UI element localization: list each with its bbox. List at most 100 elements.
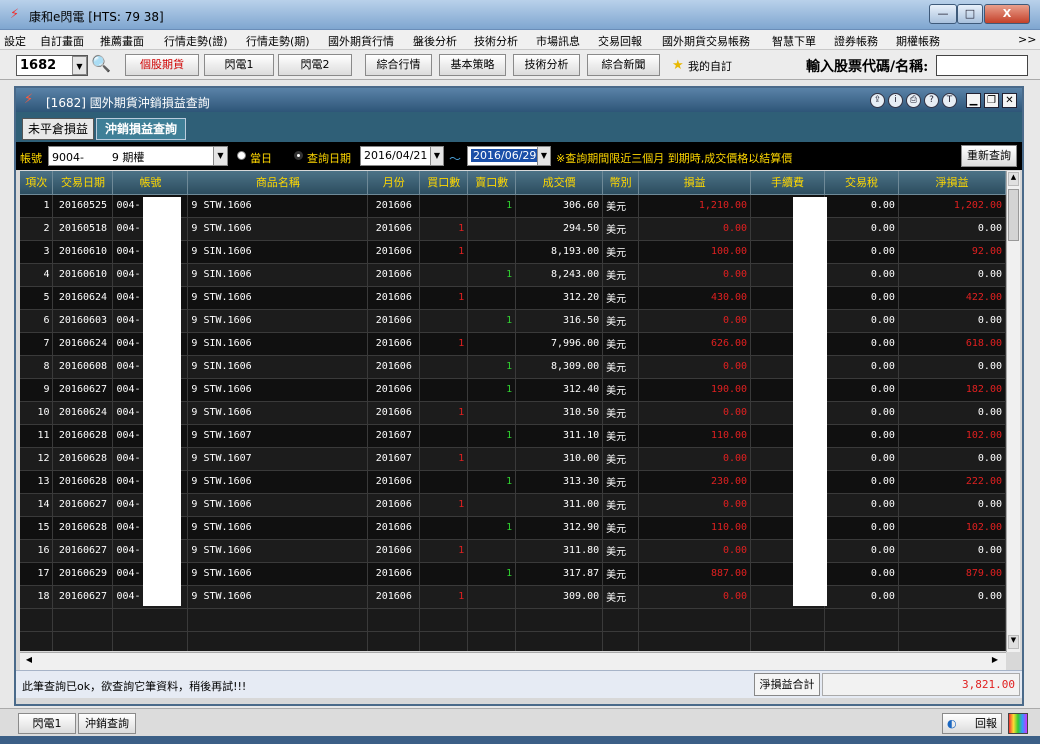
cell-product: 9 STW.1607 <box>187 424 369 448</box>
cell-price: 312.90 <box>515 516 604 540</box>
empty-cell <box>52 631 114 651</box>
menu-trade-report[interactable]: 交易回報 <box>598 33 642 49</box>
col-header-product[interactable]: 商品名稱 <box>187 171 369 195</box>
menu-quote-futures[interactable]: 行情走勢(期) <box>246 33 310 49</box>
menu-foreign-futures-account[interactable]: 國外期貨交易帳務 <box>662 33 750 49</box>
search-icon[interactable]: 🔍 <box>91 54 115 76</box>
print-icon[interactable]: ⎙ <box>906 93 921 108</box>
toolbar-button-flash2[interactable]: 閃電2 <box>278 54 352 76</box>
minimize-button[interactable]: — <box>929 4 957 24</box>
end-date-select[interactable]: 2016/06/29 ▼ <box>467 146 551 166</box>
chevron-down-icon[interactable]: ▼ <box>430 147 443 165</box>
cell-pnl: 0.00 <box>638 217 752 241</box>
cell-index: 4 <box>20 263 54 287</box>
scroll-thumb[interactable] <box>1008 189 1019 241</box>
account-select[interactable]: 9004- 9 期權 ▼ <box>48 146 228 166</box>
menu-more[interactable]: >> <box>1018 33 1036 46</box>
col-header-trade-date[interactable]: 交易日期 <box>52 171 114 195</box>
export-icon[interactable]: ⇪ <box>870 93 885 108</box>
col-header-sell-qty[interactable]: 賣口數 <box>467 171 517 195</box>
menu-quote-stock[interactable]: 行情走勢(證) <box>164 33 228 49</box>
toolbar-button-technical[interactable]: 技術分析 <box>513 54 580 76</box>
cell-buy-qty: 1 <box>419 332 469 356</box>
cell-month: 201607 <box>367 424 421 448</box>
inner-taskbar: 閃電1 沖銷查詢 ◐ 回報 <box>0 708 1040 736</box>
color-palette-icon[interactable] <box>1008 713 1028 734</box>
child-minimize-button[interactable]: ▁ <box>966 93 981 108</box>
empty-cell <box>515 631 604 651</box>
maximize-button[interactable]: □ <box>957 4 983 24</box>
cell-tax: 0.00 <box>824 263 899 287</box>
menu-securities-account[interactable]: 證券帳務 <box>834 33 878 49</box>
start-date-select[interactable]: 2016/04/21 ▼ <box>360 146 444 166</box>
cell-trade-date: 20160603 <box>52 309 114 333</box>
col-header-buy-qty[interactable]: 買口數 <box>419 171 469 195</box>
info-icon[interactable]: i <box>888 93 903 108</box>
child-restore-button[interactable]: ❐ <box>984 93 999 108</box>
menu-custom-screen[interactable]: 自訂畫面 <box>40 33 84 49</box>
menu-market-news[interactable]: 市場訊息 <box>536 33 580 49</box>
chevron-down-icon[interactable]: ▼ <box>72 56 87 75</box>
col-header-currency[interactable]: 幣別 <box>602 171 640 195</box>
stock-search-input[interactable] <box>936 55 1028 76</box>
cell-index: 6 <box>20 309 54 333</box>
toolbar-button-news[interactable]: 綜合新聞 <box>587 54 660 76</box>
radio-query-date[interactable] <box>294 151 303 160</box>
radio-today[interactable] <box>237 151 246 160</box>
toolbar-button-flash1[interactable]: 閃電1 <box>204 54 274 76</box>
scroll-up-arrow-icon[interactable]: ▲ <box>1008 172 1019 186</box>
cell-month: 201607 <box>367 447 421 471</box>
cell-tax: 0.00 <box>824 355 899 379</box>
col-header-fee[interactable]: 手續費 <box>750 171 825 195</box>
stock-code-select[interactable]: 1682 ▼ <box>16 55 88 76</box>
menu-options-account[interactable]: 期權帳務 <box>896 33 940 49</box>
task-tab-offset-query[interactable]: 沖銷查詢 <box>78 713 136 734</box>
tab-open-position-pnl[interactable]: 未平倉損益 <box>22 118 94 140</box>
cell-pnl: 0.00 <box>638 585 752 609</box>
cell-index: 17 <box>20 562 54 586</box>
vertical-scrollbar[interactable]: ▲ ▼ <box>1006 171 1020 652</box>
chevron-down-icon[interactable]: ▼ <box>213 147 227 165</box>
menu-foreign-futures-quote[interactable]: 國外期貨行情 <box>328 33 394 49</box>
chevron-down-icon[interactable]: ▼ <box>537 147 550 165</box>
col-header-index[interactable]: 項次 <box>20 171 54 195</box>
scroll-left-arrow-icon[interactable]: ◀ <box>22 655 36 668</box>
col-header-tax[interactable]: 交易稅 <box>824 171 899 195</box>
cell-product: 9 STW.1606 <box>187 217 369 241</box>
help-icon[interactable]: ? <box>924 93 939 108</box>
toolbar-button-stock-futures[interactable]: 個股期貨 <box>125 54 199 76</box>
child-close-button[interactable]: ✕ <box>1002 93 1017 108</box>
col-header-account[interactable]: 帳號 <box>112 171 189 195</box>
empty-row <box>20 631 1006 651</box>
scroll-right-arrow-icon[interactable]: ▶ <box>988 655 1002 668</box>
cell-tax: 0.00 <box>824 585 899 609</box>
col-header-price[interactable]: 成交價 <box>515 171 604 195</box>
col-header-pnl[interactable]: 損益 <box>638 171 752 195</box>
menu-after-hours[interactable]: 盤後分析 <box>413 33 457 49</box>
menu-recommend-screen[interactable]: 推薦畫面 <box>100 33 144 49</box>
refresh-query-button[interactable]: 重新查詢 <box>961 145 1017 167</box>
task-tab-flash1[interactable]: 閃電1 <box>18 713 76 734</box>
cell-price: 311.80 <box>515 539 604 563</box>
cell-currency: 美元 <box>602 424 640 448</box>
close-button[interactable]: X <box>984 4 1030 24</box>
toolbar-button-basic-strategy[interactable]: 基本策略 <box>439 54 506 76</box>
menu-settings[interactable]: 設定 <box>4 33 26 49</box>
cell-net-pnl: 618.00 <box>898 332 1006 356</box>
menu-smart-order[interactable]: 智慧下單 <box>772 33 816 49</box>
cell-index: 12 <box>20 447 54 471</box>
cell-currency: 美元 <box>602 309 640 333</box>
cell-trade-date: 20160624 <box>52 332 114 356</box>
topmost-icon[interactable]: T <box>942 93 957 108</box>
tab-offset-pnl-query[interactable]: 沖銷損益查詢 <box>96 118 186 140</box>
horizontal-scrollbar[interactable]: ◀ ▶ <box>20 652 1006 670</box>
toolbar-button-combined-quote[interactable]: 綜合行情 <box>365 54 432 76</box>
scroll-down-arrow-icon[interactable]: ▼ <box>1008 635 1019 649</box>
menu-technical[interactable]: 技術分析 <box>474 33 518 49</box>
col-header-month[interactable]: 月份 <box>367 171 421 195</box>
report-button[interactable]: ◐ 回報 <box>942 713 1002 734</box>
col-header-net-pnl[interactable]: 淨損益 <box>898 171 1006 195</box>
cell-buy-qty <box>419 263 469 287</box>
cell-month: 201606 <box>367 217 421 241</box>
toolbar-my-custom[interactable]: 我的自訂 <box>688 58 732 74</box>
